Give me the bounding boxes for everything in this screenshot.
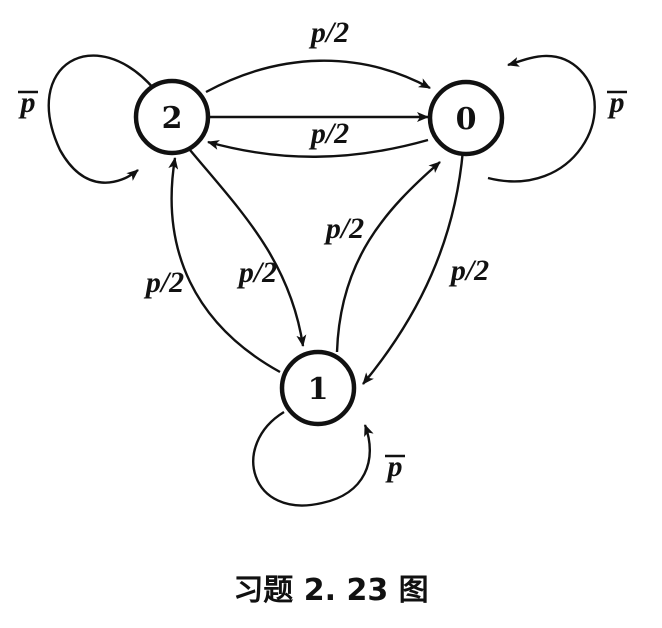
self-loop-label-1: p [385, 450, 405, 483]
self-loop-label-2: p [18, 86, 38, 119]
state-1-label: 1 [308, 372, 329, 407]
state-2: 2 [133, 78, 211, 156]
edge-label-1-to-0: p/2 [323, 212, 364, 245]
edge-label-0-to-1: p/2 [448, 254, 489, 287]
state-2-label: 2 [162, 101, 183, 136]
edge-label-2-to-0-top: p/2 [308, 16, 349, 49]
state-0: 0 [427, 79, 505, 157]
edge-1-to-0 [335, 161, 441, 353]
state-transition-diagram: 2 0 1 p/2 p/2 p/2 p/2 p/2 p/2 p p p 习题 2… [0, 0, 662, 623]
edge-label-1-to-2: p/2 [143, 266, 184, 299]
edge-label-0-to-2-bottom: p/2 [308, 117, 349, 150]
edge-2-to-1 [189, 149, 307, 347]
self-loop-1 [252, 410, 374, 507]
state-1: 1 [279, 349, 357, 427]
edge-2-to-0-top [205, 59, 431, 94]
edge-label-2-to-1: p/2 [236, 256, 277, 289]
self-loop-label-0: p [607, 86, 627, 119]
figure-caption: 习题 2. 23 图 [233, 573, 428, 608]
diagram-canvas: 2 0 1 p/2 p/2 p/2 p/2 p/2 p/2 p p p 习题 2… [18, 16, 627, 608]
edge-0-to-1 [362, 149, 465, 385]
state-0-label: 0 [456, 102, 477, 137]
